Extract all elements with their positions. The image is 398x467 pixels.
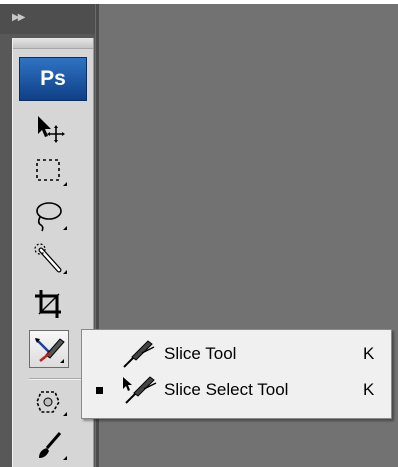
toolbar-separator — [29, 378, 85, 380]
quick-selection-tool-button[interactable] — [29, 242, 71, 278]
slice-tool-icon — [35, 338, 65, 362]
collapse-double-arrow-icon[interactable]: ▶▶ — [12, 12, 25, 24]
spot-healing-tool-button[interactable] — [29, 384, 71, 420]
menu-item-shortcut: K — [363, 380, 375, 399]
crop-tool-button[interactable] — [29, 286, 71, 322]
menu-item-shortcut: K — [363, 344, 375, 363]
submenu-indicator — [63, 270, 67, 274]
menu-item-label: Slice Tool — [164, 344, 237, 363]
submenu-indicator — [63, 182, 67, 186]
dock-header: ▶▶ — [0, 4, 99, 34]
slice-select-icon — [123, 376, 157, 404]
panel-grip[interactable] — [13, 38, 93, 49]
submenu-indicator — [63, 456, 67, 460]
selected-indicator — [96, 387, 103, 394]
submenu-indicator — [60, 359, 64, 363]
slice-tool-icon — [123, 340, 155, 368]
submenu-indicator — [63, 412, 67, 416]
submenu-indicator — [63, 226, 67, 230]
menu-item-label: Slice Select Tool — [164, 380, 289, 399]
move-tool-button[interactable] — [29, 110, 71, 146]
brush-tool-button[interactable] — [29, 428, 71, 464]
slice-tool-button[interactable] — [29, 330, 69, 368]
slice-tool-flyout-menu: Slice Tool K Slice Select Tool K — [81, 329, 392, 419]
photoshop-window: ▶▶ Ps Slice Tool K Slice Select Tool K — [0, 0, 398, 467]
menu-item-slice-select-tool[interactable]: Slice Select Tool K — [82, 371, 391, 407]
crop-icon — [35, 290, 61, 318]
lasso-tool-button[interactable] — [29, 198, 71, 234]
menu-item-slice-tool[interactable]: Slice Tool K — [82, 335, 391, 371]
marquee-tool-button[interactable] — [29, 154, 71, 190]
move-tool-icon — [38, 116, 65, 143]
photoshop-logo[interactable]: Ps — [19, 57, 87, 101]
